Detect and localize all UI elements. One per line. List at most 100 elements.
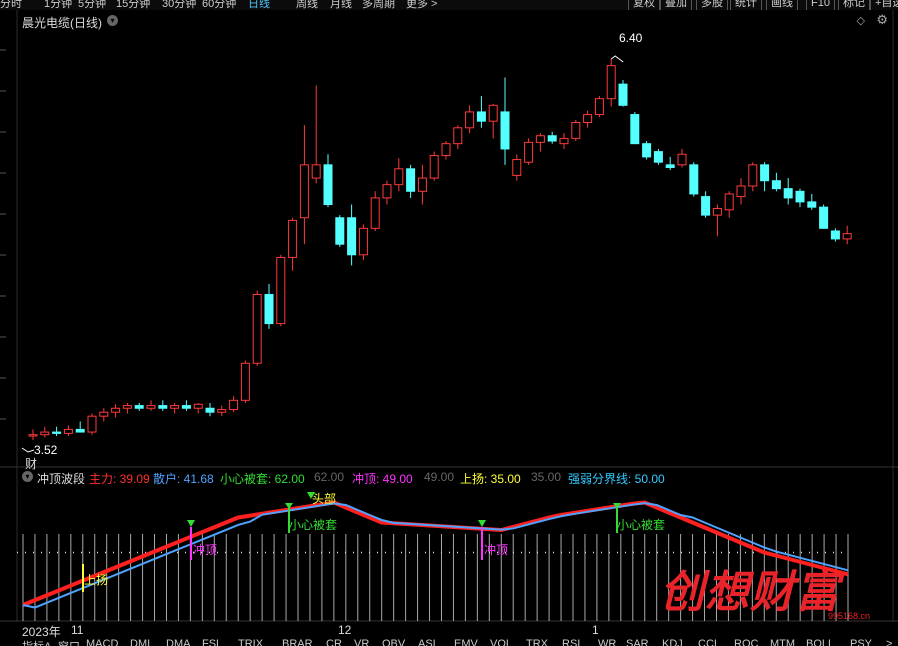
candle-body	[465, 111, 475, 129]
candle-body	[193, 403, 203, 409]
indicator-tab-23[interactable]: PSY	[850, 638, 872, 646]
candle-body	[830, 230, 840, 240]
candle-body	[689, 164, 699, 195]
candle-body	[229, 399, 239, 411]
indicator-tab-8[interactable]: CR	[326, 638, 342, 646]
candle-body	[323, 164, 333, 206]
down-arrow-1	[478, 520, 486, 527]
candle-body	[748, 164, 758, 187]
indicator-name: 冲顶波段	[37, 472, 86, 486]
candle-body	[111, 407, 121, 413]
indicator-header: ▾ 冲顶波段 主力: 39.09 散户: 41.68 小心被套: 62.00 62.0…	[0, 470, 898, 486]
candle-body	[264, 293, 274, 325]
indicator-value-1: 散户: 41.68	[153, 472, 214, 486]
candle-body	[594, 98, 604, 116]
candle-body	[701, 196, 711, 216]
indicator-tab-5[interactable]: FSL	[202, 638, 222, 646]
indicator-tab-2[interactable]: MACD	[86, 638, 118, 646]
candle-body	[736, 185, 746, 198]
candle-body	[583, 114, 593, 123]
indicator-tab-18[interactable]: KDJ	[662, 638, 683, 646]
toubu-label: 头部	[312, 492, 337, 506]
indicator-value-2: 小心被套: 62.00	[220, 472, 305, 486]
candle-body	[158, 405, 168, 409]
candle-body	[134, 405, 144, 409]
candle-body	[417, 177, 427, 192]
indicator-tab-13[interactable]: VOL	[490, 638, 512, 646]
candle-body	[382, 184, 392, 199]
candle-body	[524, 141, 534, 163]
indicator-tab-6[interactable]: TRIX	[238, 638, 263, 646]
indicator-tab-4[interactable]: DMA	[166, 638, 190, 646]
candle-body	[618, 83, 628, 106]
candle-body	[347, 217, 357, 256]
indicator-tab-22[interactable]: BOLL	[806, 638, 834, 646]
candle-body	[240, 362, 250, 401]
indicator-tab-16[interactable]: WR	[598, 638, 616, 646]
indicator-value-0: 主力: 39.09	[89, 472, 150, 486]
candle-body	[252, 293, 262, 364]
candle-body	[819, 206, 829, 229]
indicator-tab-1[interactable]: 窗口	[58, 638, 80, 646]
indicator-tab-12[interactable]: EMV	[454, 638, 478, 646]
candle-body	[606, 65, 616, 100]
indicator-value-8: 强弱分界线: 50.00	[568, 472, 665, 486]
candle-body	[217, 409, 227, 413]
candle-body	[642, 143, 652, 158]
indicator-tab-11[interactable]: ASI	[418, 638, 436, 646]
xiaoxin-label-2: 小心被套	[617, 518, 666, 532]
candle-body	[500, 111, 510, 150]
candle-body	[146, 405, 156, 409]
candle-body	[441, 143, 451, 157]
candle-body	[512, 159, 522, 176]
watermark-logo: 创想财富	[660, 567, 840, 618]
indicator-value-6: 上扬: 35.00	[460, 472, 521, 486]
high-price-label: 6.40	[619, 31, 643, 45]
indicator-tab-10[interactable]: OBV	[382, 638, 405, 646]
candle-body	[535, 135, 545, 143]
indicator-value-7: 35.00	[531, 470, 562, 484]
candle-body	[476, 111, 486, 122]
chevron-down-icon[interactable]: ▾	[22, 471, 33, 482]
indicator-tab-14[interactable]: TRX	[526, 638, 548, 646]
indicator-tab-21[interactable]: MTM	[770, 638, 795, 646]
indicator-tab-20[interactable]: ROC	[734, 638, 758, 646]
indicator-value-5: 49.00	[424, 470, 455, 484]
xiaoxin-label-1: 小心被套	[289, 518, 338, 532]
candle-body	[75, 428, 85, 433]
indicator-tab-9[interactable]: VR	[354, 638, 369, 646]
indicator-tab-3[interactable]: DMI	[130, 638, 150, 646]
indicator-tab-19[interactable]: CCI	[698, 638, 717, 646]
high-marker	[610, 55, 624, 63]
candle-body	[311, 164, 321, 179]
indicator-tab-0[interactable]: 指标A	[22, 638, 51, 646]
candle-body	[63, 428, 73, 434]
indicator-tab-17[interactable]: SAR	[626, 638, 649, 646]
low-marker	[21, 447, 35, 453]
x-axis-label-nov: 11	[71, 623, 84, 637]
chongding-label-1: 冲顶	[193, 543, 218, 557]
candle-body	[276, 256, 286, 325]
candle-body	[406, 168, 416, 192]
indicator-tab-24[interactable]: >	[886, 638, 892, 646]
candle-body	[630, 114, 640, 145]
candle-body	[677, 153, 687, 166]
candle-body	[559, 137, 569, 145]
down-arrow-0	[187, 520, 195, 527]
indicator-tab-7[interactable]: BRAR	[282, 638, 313, 646]
indicator-tab-15[interactable]: RSI	[562, 638, 580, 646]
main-canvas	[0, 10, 898, 622]
candle-body	[394, 168, 404, 186]
candle-body	[760, 164, 770, 182]
candle-body	[771, 180, 781, 190]
shangyang-label: 上扬	[84, 573, 109, 587]
candle-body	[87, 415, 97, 433]
chongding-label-2: 冲顶	[484, 543, 509, 557]
indicator-value-4: 冲顶: 49.00	[352, 472, 413, 486]
x-axis-label-dec: 12	[338, 623, 352, 637]
candle-body	[571, 122, 581, 139]
candle-body	[488, 104, 498, 122]
candle-body	[807, 201, 817, 208]
candle-body	[547, 135, 557, 142]
candle-body	[170, 405, 180, 409]
